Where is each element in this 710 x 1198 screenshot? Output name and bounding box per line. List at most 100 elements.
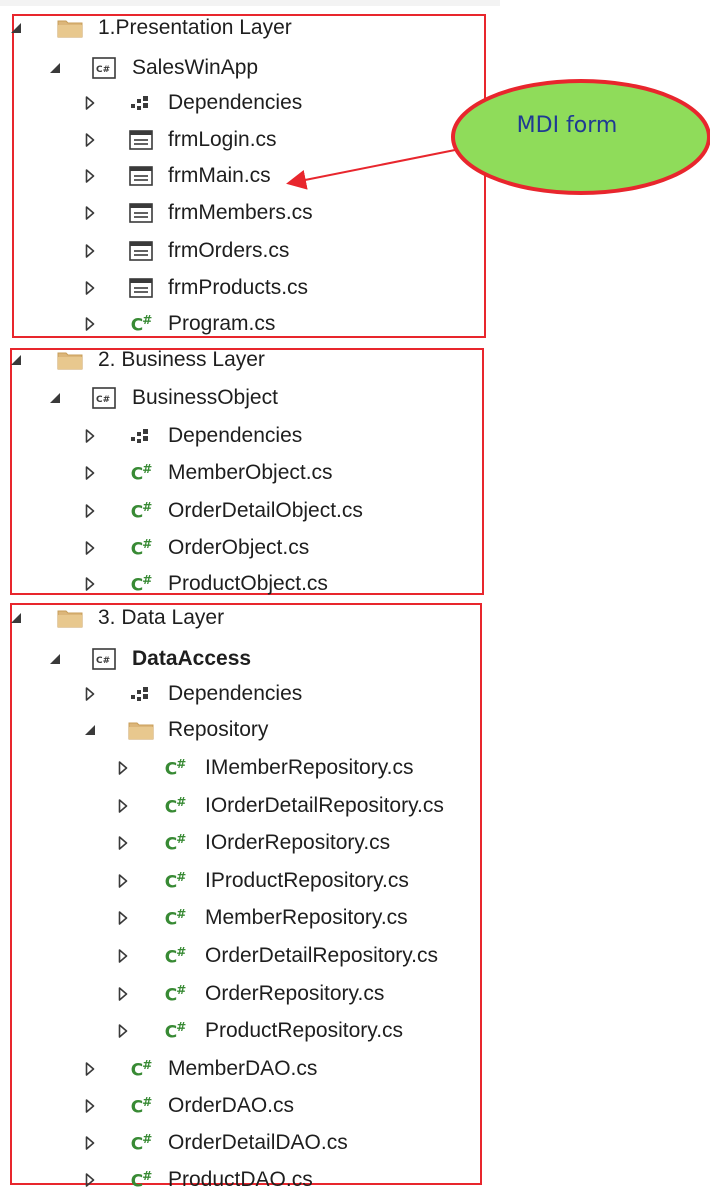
collapsed-arrow-icon[interactable]	[82, 684, 98, 704]
svg-text:C#: C#	[96, 65, 110, 75]
expanded-arrow-icon[interactable]	[47, 649, 63, 669]
csharp-file-icon: C#	[164, 906, 187, 930]
expanded-arrow-icon[interactable]	[47, 58, 63, 78]
csharp-file-icon: C#	[130, 499, 153, 523]
csharp-file-icon: C#	[164, 756, 187, 780]
solution-explorer-tree: MDI form 1.Presentation Layer C# SalesWinA…	[0, 0, 710, 1191]
tree-node-orderdao-cs[interactable]: C# OrderDAO.cs	[0, 1088, 500, 1124]
collapsed-arrow-icon[interactable]	[115, 796, 131, 816]
tree-node-memberrepository-cs[interactable]: C# MemberRepository.cs	[0, 900, 500, 936]
csharp-file-icon: C#	[164, 944, 187, 968]
tree-node-1-presentation-layer[interactable]: 1.Presentation Layer	[0, 10, 500, 46]
tree-node-orderdetailobject-cs[interactable]: C# OrderDetailObject.cs	[0, 493, 500, 529]
collapsed-arrow-icon[interactable]	[82, 426, 98, 446]
tree-node-orderdetailrepository-cs[interactable]: C# OrderDetailRepository.cs	[0, 938, 500, 974]
tree-node-label: OrderDAO.cs	[168, 1094, 295, 1117]
collapsed-arrow-icon[interactable]	[115, 1021, 131, 1041]
svg-text:C#: C#	[96, 395, 110, 405]
folder-icon	[128, 717, 154, 743]
tree-node-saleswinapp[interactable]: C# SalesWinApp	[0, 50, 500, 86]
collapsed-arrow-icon[interactable]	[82, 93, 98, 113]
tree-node-label: MemberRepository.cs	[205, 906, 408, 929]
csharp-file-icon: C#	[164, 982, 187, 1006]
folder-icon	[57, 15, 83, 41]
tree-node-frmproducts-cs[interactable]: frmProducts.cs	[0, 270, 500, 306]
tree-node-label: 1.Presentation Layer	[98, 16, 292, 39]
csharp-project-icon: C#	[91, 385, 117, 411]
collapsed-arrow-icon[interactable]	[115, 833, 131, 853]
collapsed-arrow-icon[interactable]	[82, 463, 98, 483]
collapsed-arrow-icon[interactable]	[115, 871, 131, 891]
collapsed-arrow-icon[interactable]	[82, 314, 98, 334]
tree-node-productobject-cs[interactable]: C# ProductObject.cs	[0, 566, 500, 602]
tree-node-iorderdetailrepository-cs[interactable]: C# IOrderDetailRepository.cs	[0, 788, 500, 824]
tree-node-3-data-layer[interactable]: 3. Data Layer	[0, 600, 500, 636]
tree-node-imemberrepository-cs[interactable]: C# IMemberRepository.cs	[0, 750, 500, 786]
csharp-project-icon: C#	[91, 55, 117, 81]
collapsed-arrow-icon[interactable]	[82, 1170, 98, 1190]
tree-node-label: IOrderDetailRepository.cs	[205, 794, 444, 817]
tree-node-label: Repository	[168, 718, 269, 741]
expanded-arrow-icon[interactable]	[47, 388, 63, 408]
tree-node-memberobject-cs[interactable]: C# MemberObject.cs	[0, 455, 500, 491]
collapsed-arrow-icon[interactable]	[82, 538, 98, 558]
tree-node-frmmain-cs[interactable]: frmMain.cs	[0, 158, 500, 194]
tree-node-label: MemberObject.cs	[168, 461, 333, 484]
collapsed-arrow-icon[interactable]	[82, 1059, 98, 1079]
tree-node-dependencies[interactable]: Dependencies	[0, 676, 500, 712]
collapsed-arrow-icon[interactable]	[82, 1096, 98, 1116]
tree-node-label: frmLogin.cs	[168, 128, 277, 151]
tree-node-dependencies[interactable]: Dependencies	[0, 418, 500, 454]
tree-node-2-business-layer[interactable]: 2. Business Layer	[0, 342, 500, 378]
tree-node-repository[interactable]: Repository	[0, 712, 500, 748]
expanded-arrow-icon[interactable]	[8, 608, 24, 628]
collapsed-arrow-icon[interactable]	[82, 130, 98, 150]
collapsed-arrow-icon[interactable]	[82, 278, 98, 298]
collapsed-arrow-icon[interactable]	[115, 908, 131, 928]
collapsed-arrow-icon[interactable]	[82, 166, 98, 186]
tree-node-frmorders-cs[interactable]: frmOrders.cs	[0, 233, 500, 269]
tree-node-label: frmOrders.cs	[168, 239, 290, 262]
csharp-file-icon: C#	[130, 461, 153, 485]
csharp-file-icon: C#	[130, 1168, 153, 1192]
collapsed-arrow-icon[interactable]	[82, 574, 98, 594]
tree-node-label: Program.cs	[168, 312, 276, 335]
csharp-project-icon: C#	[91, 646, 117, 672]
tree-node-productrepository-cs[interactable]: C# ProductRepository.cs	[0, 1013, 500, 1049]
tree-node-dependencies[interactable]: Dependencies	[0, 85, 500, 121]
tree-node-frmmembers-cs[interactable]: frmMembers.cs	[0, 195, 500, 231]
tree-node-label: Dependencies	[168, 682, 303, 705]
collapsed-arrow-icon[interactable]	[82, 203, 98, 223]
collapsed-arrow-icon[interactable]	[82, 241, 98, 261]
tree-node-businessobject[interactable]: C# BusinessObject	[0, 380, 500, 416]
csharp-file-icon: C#	[130, 312, 153, 336]
windows-form-icon	[128, 275, 154, 301]
collapsed-arrow-icon[interactable]	[115, 758, 131, 778]
expanded-arrow-icon[interactable]	[8, 350, 24, 370]
collapsed-arrow-icon[interactable]	[115, 984, 131, 1004]
tree-node-frmlogin-cs[interactable]: frmLogin.cs	[0, 122, 500, 158]
csharp-file-icon: C#	[130, 1094, 153, 1118]
collapsed-arrow-icon[interactable]	[82, 1133, 98, 1153]
csharp-file-icon: C#	[164, 1019, 187, 1043]
tree-node-iorderrepository-cs[interactable]: C# IOrderRepository.cs	[0, 825, 500, 861]
windows-form-icon	[128, 127, 154, 153]
tree-node-program-cs[interactable]: C# Program.cs	[0, 306, 500, 342]
csharp-file-icon: C#	[164, 869, 187, 893]
tree-node-orderrepository-cs[interactable]: C# OrderRepository.cs	[0, 976, 500, 1012]
tree-node-orderobject-cs[interactable]: C# OrderObject.cs	[0, 530, 500, 566]
tree-node-orderdetaildao-cs[interactable]: C# OrderDetailDAO.cs	[0, 1125, 500, 1161]
collapsed-arrow-icon[interactable]	[115, 946, 131, 966]
expanded-arrow-icon[interactable]	[82, 720, 98, 740]
dependencies-icon	[128, 423, 154, 449]
tree-node-label: OrderDetailObject.cs	[168, 499, 363, 522]
tree-node-memberdao-cs[interactable]: C# MemberDAO.cs	[0, 1051, 500, 1087]
expanded-arrow-icon[interactable]	[8, 18, 24, 38]
tree-node-dataaccess[interactable]: C# DataAccess	[0, 641, 500, 677]
tree-node-label: 2. Business Layer	[98, 348, 265, 371]
tree-node-iproductrepository-cs[interactable]: C# IProductRepository.cs	[0, 863, 500, 899]
tree-node-label: 3. Data Layer	[98, 606, 225, 629]
tree-node-productdao-cs[interactable]: C# ProductDAO.cs	[0, 1162, 500, 1198]
tree-node-label: OrderObject.cs	[168, 536, 310, 559]
collapsed-arrow-icon[interactable]	[82, 501, 98, 521]
